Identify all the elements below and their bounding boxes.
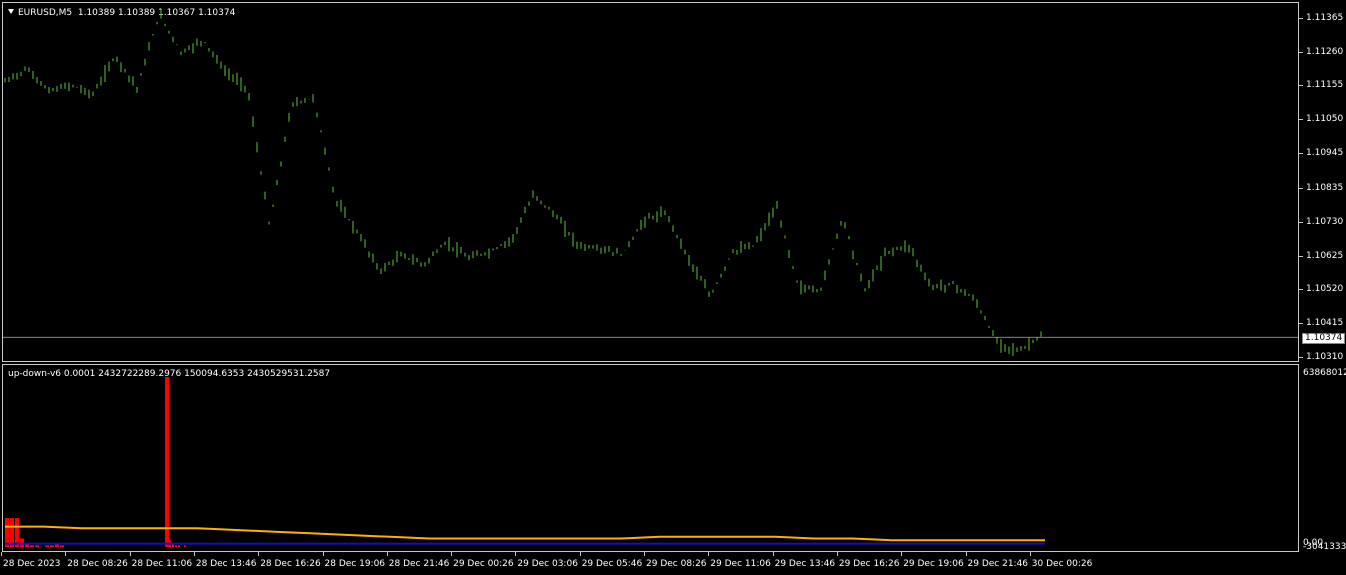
- histogram-bar: [35, 545, 39, 547]
- time-tick-label: 29 Dec 19:06: [903, 559, 964, 569]
- time-axis[interactable]: 28 Dec 2023 28 Dec 08:26 28 Dec 11:06 28 De…: [0, 552, 1346, 575]
- indicator-min-label: -30413339: [1303, 542, 1346, 552]
- price-tick: [1299, 152, 1303, 154]
- time-tick: [901, 552, 903, 556]
- price-tick: [1299, 356, 1303, 358]
- time-tick: [65, 552, 67, 556]
- time-tick-label: 29 Dec 13:46: [774, 559, 836, 569]
- time-tick-label: 28 Dec 13:46: [195, 559, 257, 569]
- price-axis[interactable]: 1.11365 1.11260 1.11155 1.11050 1.10945 1.108…: [1299, 0, 1346, 575]
- time-tick-label: 29 Dec 11:06: [710, 559, 771, 569]
- price-tick-label: 1.11365: [1306, 13, 1344, 24]
- histogram-bar: [60, 545, 64, 547]
- time-tick-label: 29 Dec 08:26: [646, 559, 707, 569]
- price-tick: [1299, 323, 1303, 325]
- indicator-max-label: 6386801275: [1303, 368, 1346, 378]
- price-tick-label: 1.10730: [1306, 216, 1344, 227]
- time-tick-label: 29 Dec 03:06: [517, 559, 578, 569]
- time-tick-label: 29 Dec 16:26: [838, 559, 900, 569]
- histogram-bar: [175, 545, 177, 547]
- time-tick: [129, 552, 131, 556]
- time-tick-label: 28 Dec 08:26: [67, 559, 128, 569]
- time-tick: [708, 552, 710, 556]
- time-tick: [965, 552, 967, 556]
- time-tick-label: 29 Dec 21:46: [967, 559, 1029, 569]
- current-price-tag: 1.10374: [1302, 333, 1346, 344]
- price-tick-label: 1.10310: [1306, 351, 1344, 362]
- time-tick-label: 28 Dec 19:06: [324, 559, 386, 569]
- price-tick: [1299, 85, 1303, 87]
- time-tick: [386, 552, 388, 556]
- time-tick-label: 28 Dec 2023: [3, 559, 61, 569]
- time-tick: [322, 552, 324, 556]
- time-tick: [451, 552, 453, 556]
- price-tick: [1299, 119, 1303, 121]
- time-tick-label: 29 Dec 05:46: [581, 559, 643, 569]
- price-tick: [1299, 18, 1303, 20]
- histogram-bar: [45, 545, 49, 547]
- histogram-bar: [178, 545, 180, 547]
- price-bars: [3, 9, 1298, 356]
- price-tick-label: 1.11155: [1306, 80, 1344, 91]
- histogram-bar: [50, 545, 54, 547]
- price-tick: [1299, 289, 1303, 291]
- price-tick: [1299, 51, 1303, 53]
- price-tick: [1299, 188, 1303, 190]
- time-tick: [772, 552, 774, 556]
- time-tick-label: 30 Dec 00:26: [1031, 559, 1093, 569]
- time-tick: [836, 552, 838, 556]
- time-tick: [258, 552, 260, 556]
- time-tick-label: 28 Dec 16:26: [260, 559, 321, 569]
- time-tick: [515, 552, 517, 556]
- time-tick-label: 29 Dec 00:26: [453, 559, 514, 569]
- time-tick: [193, 552, 195, 556]
- price-tick-label: 1.10415: [1306, 318, 1344, 329]
- price-tick: [1299, 255, 1303, 257]
- histogram-bar: [184, 545, 186, 547]
- price-tick-label: 1.11050: [1306, 114, 1344, 125]
- histogram-bar: [30, 545, 34, 547]
- time-tick-label: 28 Dec 21:46: [388, 559, 450, 569]
- price-tick: [1299, 221, 1303, 223]
- time-tick: [1, 552, 2, 556]
- indicator-pane[interactable]: up-down-v6 0.0001 2432722289.2976 150094…: [2, 364, 1299, 552]
- price-tick-label: 1.11260: [1306, 46, 1344, 57]
- price-chart-pane[interactable]: EURUSD,M5 1.10389 1.10389 1.10367 1.1037…: [2, 2, 1299, 362]
- price-tick-label: 1.10945: [1306, 147, 1344, 158]
- price-tick-label: 1.10835: [1306, 183, 1344, 194]
- price-tick-label: 1.10625: [1306, 250, 1344, 261]
- indicator-plot: [5, 377, 1045, 547]
- price-tick-label: 1.10520: [1306, 284, 1344, 295]
- time-tick: [579, 552, 581, 556]
- time-tick: [1029, 552, 1031, 556]
- time-tick-label: 28 Dec 11:06: [131, 559, 193, 569]
- time-tick: [644, 552, 645, 556]
- orange-signal-line: [5, 525, 1045, 542]
